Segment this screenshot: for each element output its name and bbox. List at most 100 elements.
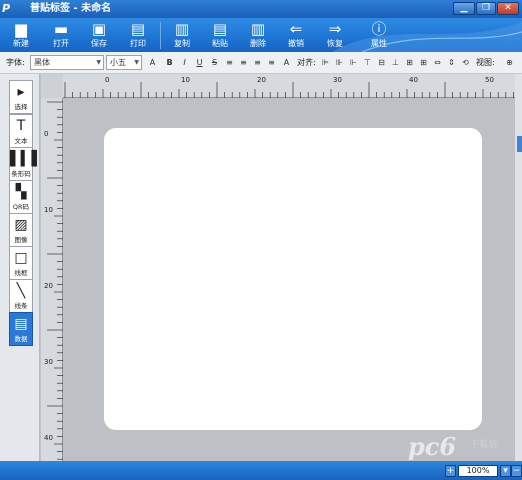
- redo-arrow-icon: ⇒: [328, 20, 342, 38]
- tool-database[interactable]: ▤ 数据: [9, 312, 33, 346]
- tool-label: 选择: [14, 103, 28, 111]
- zoom-dropdown-button[interactable]: ▾: [500, 465, 511, 477]
- italic-button[interactable]: I: [179, 56, 190, 69]
- view-zoom-icon[interactable]: ⊕: [504, 56, 515, 69]
- tool-label: 文本: [14, 137, 28, 145]
- toolbar-button-label: 恢复: [327, 39, 343, 48]
- underline-button[interactable]: U: [194, 56, 205, 69]
- print-icon: ▤: [130, 20, 146, 38]
- bold-button[interactable]: B: [164, 56, 175, 69]
- redo-arrow-button[interactable]: ⇒ 恢复: [318, 20, 352, 51]
- tool-label: 图像: [14, 236, 28, 244]
- toolbar-button-label: 粘贴: [212, 39, 228, 48]
- distribute-h-icon[interactable]: ⇔: [432, 56, 443, 69]
- paste-button[interactable]: ▤ 粘贴: [203, 20, 237, 51]
- toolbar-separator: [160, 22, 161, 49]
- restore-button[interactable]: ❐: [476, 2, 496, 15]
- select-cursor-icon: ▸: [17, 84, 25, 100]
- same-width-icon[interactable]: ⊞: [404, 56, 415, 69]
- new-button[interactable]: ▆ 新建: [4, 20, 38, 51]
- align-label: 对齐:: [297, 58, 316, 67]
- tool-qr-code[interactable]: ▚ QR码: [9, 180, 33, 214]
- v-ruler-mark: 20: [44, 282, 53, 290]
- save-icon: ▣: [91, 20, 107, 38]
- rectangle-icon: □: [14, 250, 28, 266]
- chevron-down-icon: ▼: [134, 59, 139, 66]
- v-ruler-mark: 40: [44, 434, 53, 442]
- qr-code-icon: ▚: [15, 184, 27, 200]
- image-icon: ▨: [14, 217, 28, 233]
- view-label: 视图:: [476, 58, 495, 67]
- save-button[interactable]: ▣ 保存: [82, 20, 116, 51]
- font-size-select[interactable]: 小五 ▼: [106, 55, 142, 70]
- undo-arrow-icon: ⇐: [289, 20, 303, 38]
- trash-button[interactable]: ▥ 删除: [241, 20, 275, 51]
- rotate-icon[interactable]: ⟲: [460, 56, 471, 69]
- close-button[interactable]: ✕: [497, 2, 519, 15]
- align-middle-icon[interactable]: ⊟: [376, 56, 387, 69]
- vertical-ruler-ticks: [47, 101, 63, 460]
- grow-font-button[interactable]: A: [147, 56, 158, 69]
- tool-label: 数据: [14, 335, 28, 343]
- align-center-icon[interactable]: ⊪: [334, 56, 345, 69]
- print-button[interactable]: ▤ 打印: [121, 20, 155, 51]
- align-left-icon[interactable]: ⊫: [320, 56, 331, 69]
- scrollbar-thumb[interactable]: [517, 136, 522, 152]
- watermark-logo: pc6: [408, 432, 457, 461]
- open-folder-button[interactable]: ▬ 打开: [44, 20, 78, 51]
- align-center-text-icon[interactable]: ≡: [238, 56, 249, 69]
- tool-label: 线条: [14, 302, 28, 310]
- same-height-icon[interactable]: ⊞: [418, 56, 429, 69]
- database-icon: ▤: [14, 316, 28, 332]
- undo-arrow-button[interactable]: ⇐ 撤销: [279, 20, 313, 51]
- toolbar-button-label: 删除: [250, 39, 266, 48]
- zoom-level[interactable]: 100%: [458, 465, 498, 477]
- tool-label: 线框: [14, 269, 28, 277]
- line-icon: ╲: [16, 283, 26, 299]
- align-right-icon[interactable]: ⊩: [348, 56, 359, 69]
- align-bottom-icon[interactable]: ⊥: [390, 56, 401, 69]
- info-button[interactable]: ⓘ 属性: [362, 20, 396, 51]
- font-size-small-icon[interactable]: A: [281, 56, 292, 69]
- new-icon: ▆: [15, 20, 27, 38]
- horizontal-ruler-ticks: [64, 82, 514, 98]
- toolbar-button-label: 打印: [130, 39, 146, 48]
- justify-text-icon[interactable]: ≡: [266, 56, 277, 69]
- tool-label: QR码: [12, 203, 30, 211]
- align-top-icon[interactable]: ⊤: [362, 56, 373, 69]
- status-bar: [0, 461, 522, 480]
- toolbar-button-label: 复制: [174, 39, 190, 48]
- label-paper[interactable]: [104, 128, 482, 430]
- zoom-out-button[interactable]: −: [511, 465, 522, 477]
- toolbar-button-label: 新建: [13, 39, 29, 48]
- strikethrough-button[interactable]: S: [209, 56, 220, 69]
- v-ruler-mark: 10: [44, 206, 53, 214]
- v-ruler-mark: 30: [44, 358, 53, 366]
- minimize-button[interactable]: ▁: [453, 2, 475, 15]
- tool-barcode[interactable]: ▌▍▌ 条形码: [9, 147, 43, 181]
- watermark-site: 下载站: [470, 440, 498, 450]
- h-ruler-mark: 50: [485, 76, 494, 84]
- tool-line[interactable]: ╲ 线条: [9, 279, 33, 313]
- font-family-value: 黑体: [34, 58, 50, 67]
- align-right-text-icon[interactable]: ≡: [252, 56, 263, 69]
- tool-text[interactable]: T 文本: [9, 114, 33, 148]
- text-icon: T: [16, 118, 26, 134]
- h-ruler-mark: 20: [257, 76, 266, 84]
- toolbar-decoration: [332, 22, 522, 52]
- tool-label: 条形码: [11, 170, 31, 178]
- copy-button[interactable]: ▥ 复制: [165, 20, 199, 51]
- tool-image[interactable]: ▨ 图像: [9, 213, 33, 247]
- font-label: 字体:: [6, 58, 25, 67]
- distribute-v-icon[interactable]: ⇕: [446, 56, 457, 69]
- chevron-down-icon: ▼: [96, 59, 101, 66]
- barcode-icon: ▌▍▌: [10, 151, 43, 167]
- tool-select-cursor[interactable]: ▸ 选择: [9, 80, 33, 114]
- ruler-corner: [41, 74, 63, 98]
- font-family-select[interactable]: 黑体 ▼: [30, 55, 104, 70]
- tool-rectangle[interactable]: □ 线框: [9, 246, 33, 280]
- vertical-scrollbar[interactable]: [515, 74, 522, 461]
- zoom-in-button[interactable]: +: [445, 465, 456, 477]
- info-icon: ⓘ: [371, 20, 387, 38]
- align-left-text-icon[interactable]: ≡: [224, 56, 235, 69]
